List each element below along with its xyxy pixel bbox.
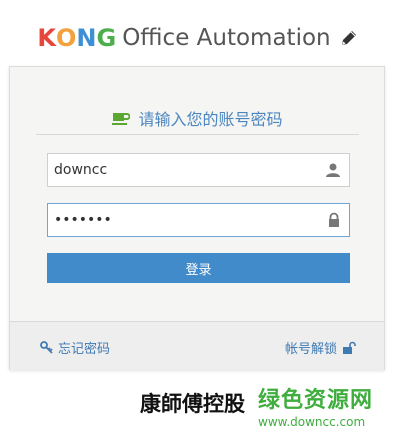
password-field[interactable] xyxy=(47,203,350,237)
username-field[interactable] xyxy=(47,153,350,187)
login-heading: 请输入您的账号密码 xyxy=(36,101,359,135)
app-header: K O N G Office Automation xyxy=(0,18,396,58)
watermark-name: 绿色资源网 xyxy=(258,388,374,413)
login-card: 请输入您的账号密码 登录 xyxy=(9,66,385,370)
password-input[interactable] xyxy=(48,204,308,236)
kong-logo: K O N G xyxy=(37,24,116,52)
coffee-cup-icon xyxy=(112,110,131,126)
logo-letter: K xyxy=(37,24,56,52)
login-heading-text: 请输入您的账号密码 xyxy=(138,109,283,129)
company-name: 康師傅控股 xyxy=(140,391,245,416)
card-footer: 忘记密码 帐号解锁 xyxy=(10,321,384,370)
logo-letter: G xyxy=(96,24,117,52)
forgot-password-link[interactable]: 忘记密码 xyxy=(40,338,110,357)
app-title: Office Automation xyxy=(122,25,331,51)
logo-letter: O xyxy=(56,24,77,52)
watermark: 绿色资源网 www.downcc.com xyxy=(258,382,388,429)
unlock-account-label: 帐号解锁 xyxy=(284,342,337,357)
pencil-icon xyxy=(339,28,359,48)
unlock-icon xyxy=(342,341,356,355)
lock-icon xyxy=(327,212,341,228)
forgot-password-label: 忘记密码 xyxy=(58,342,111,357)
unlock-account-link[interactable]: 帐号解锁 xyxy=(285,338,356,357)
logo-letter: N xyxy=(76,24,97,52)
login-form: 请输入您的账号密码 登录 xyxy=(10,67,384,321)
watermark-url: www.downcc.com xyxy=(258,415,366,429)
key-icon xyxy=(40,340,54,355)
login-button[interactable]: 登录 xyxy=(47,253,350,283)
username-input[interactable] xyxy=(48,154,308,186)
user-icon xyxy=(325,162,341,178)
